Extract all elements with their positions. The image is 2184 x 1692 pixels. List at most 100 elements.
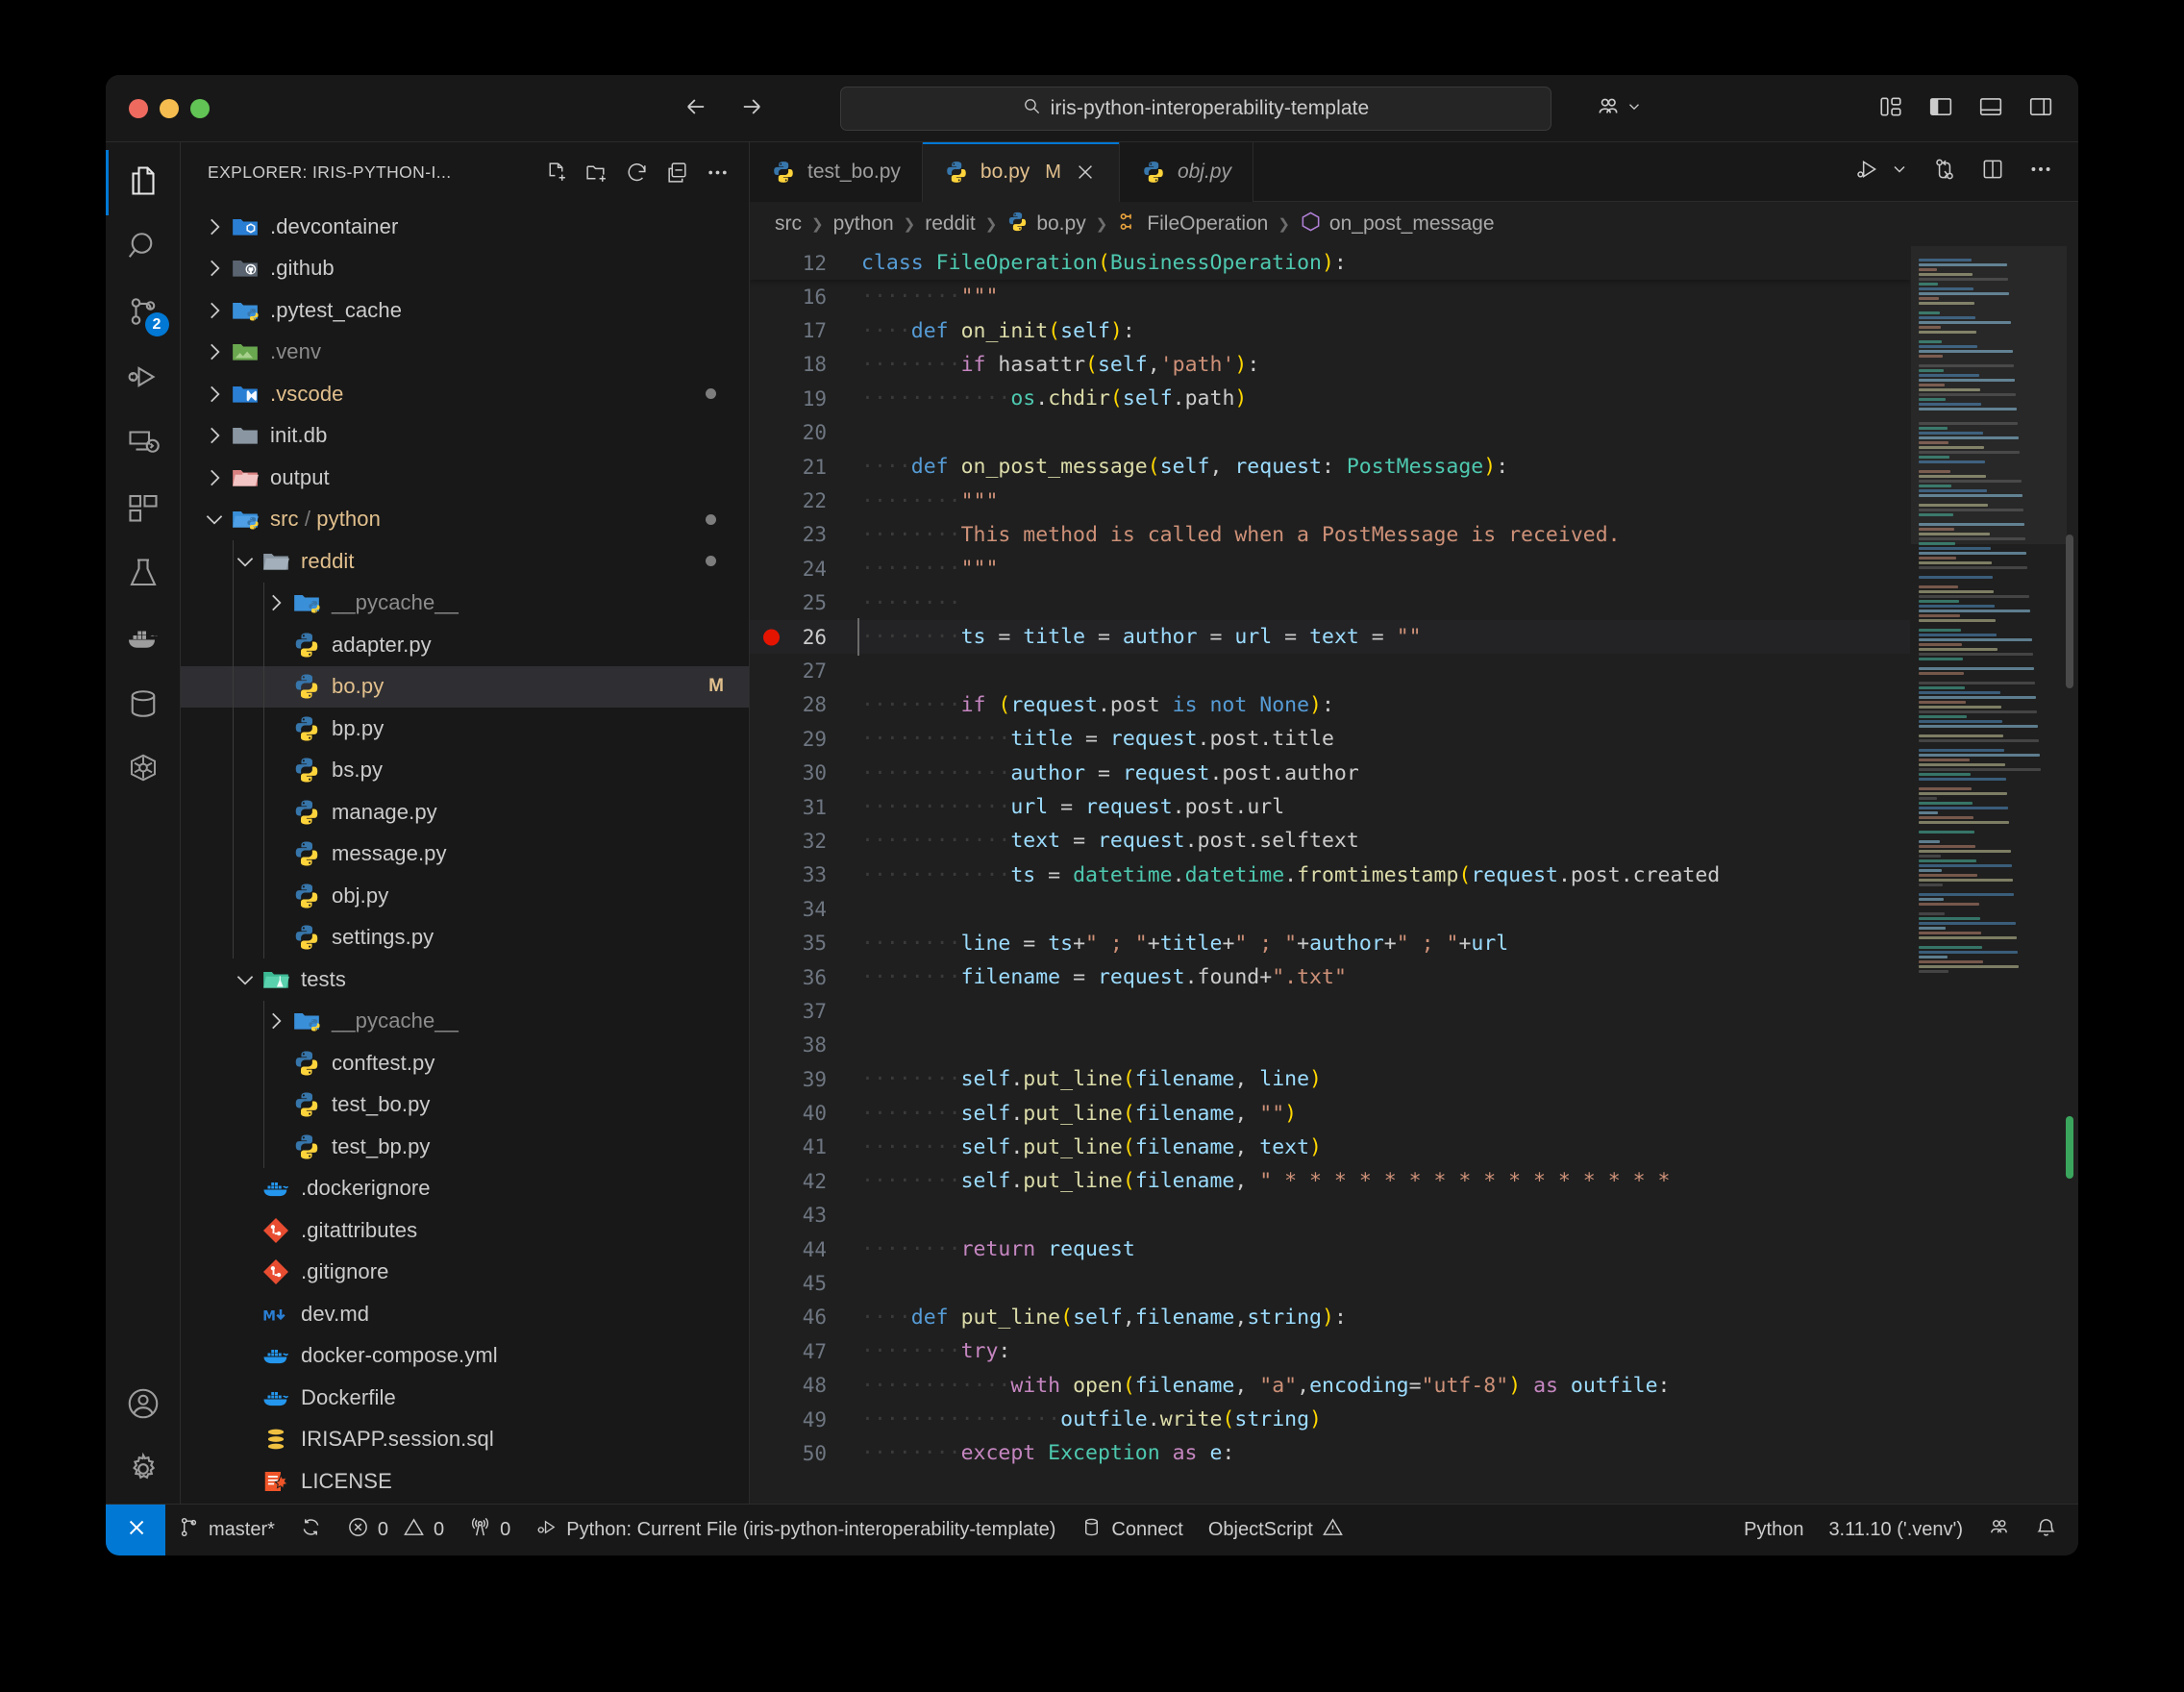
chevron-right-icon[interactable]: [202, 298, 227, 323]
line-number-35[interactable]: 35: [750, 932, 857, 955]
breadcrumb[interactable]: src ❯ python ❯ reddit ❯ bo.py ❯ FileOperation ❯ on…: [750, 202, 2078, 246]
code-line-26[interactable]: 26 ········ts = title = author = url = te…: [750, 618, 1910, 657]
line-number-17[interactable]: 17: [750, 319, 857, 342]
tree-file-docker-compose.yml[interactable]: docker-compose.yml: [181, 1335, 749, 1378]
code-line-30[interactable]: 30 ············author = request.post.auth…: [750, 756, 1910, 789]
line-number-36[interactable]: 36: [750, 966, 857, 989]
status-branch[interactable]: master*: [165, 1505, 287, 1556]
tree-file-dev.md[interactable]: Mdev.md: [181, 1293, 749, 1335]
tree-folder-tests[interactable]: tests: [181, 958, 749, 1001]
account-button[interactable]: [106, 1373, 181, 1438]
code-line-42[interactable]: 42 ········self.put_line(filename, " * * …: [750, 1164, 1910, 1198]
code-line-23[interactable]: 23 ········This method is called when a P…: [750, 518, 1910, 552]
code-line-24[interactable]: 24 ········""": [750, 552, 1910, 585]
breadcrumb-item-src[interactable]: src: [775, 212, 802, 236]
sidebar-item-explorer[interactable]: [106, 150, 181, 215]
line-number-45[interactable]: 45: [750, 1272, 857, 1295]
line-number-28[interactable]: 28: [750, 693, 857, 716]
toggle-secondary-sidebar-icon[interactable]: [2028, 94, 2053, 124]
line-number-26[interactable]: 26: [750, 626, 857, 649]
chevron-down-icon[interactable]: [233, 967, 258, 992]
code-line-25[interactable]: 25 ········: [750, 586, 1910, 620]
line-number-48[interactable]: 48: [750, 1374, 857, 1397]
new-file-icon[interactable]: [539, 156, 572, 188]
breadcrumb-item-reddit[interactable]: reddit: [925, 212, 976, 236]
sidebar-item-docker[interactable]: [106, 608, 181, 673]
line-number-24[interactable]: 24: [750, 558, 857, 581]
line-number-37[interactable]: 37: [750, 1000, 857, 1023]
code-line-29[interactable]: 29 ············title = request.post.title: [750, 722, 1910, 756]
chevron-right-icon[interactable]: [202, 423, 227, 448]
command-center[interactable]: iris-python-interoperability-template: [840, 87, 1551, 131]
line-number-33[interactable]: 33: [750, 863, 857, 886]
breakpoint-marker[interactable]: [763, 629, 780, 646]
line-number-25[interactable]: 25: [750, 591, 857, 614]
tree-folder-src-python[interactable]: src / python: [181, 499, 749, 541]
tree-folder-__pycache__[interactable]: __pycache__: [181, 1001, 749, 1043]
sidebar-item-remote-explorer[interactable]: [106, 411, 181, 477]
split-editor-icon[interactable]: [1980, 157, 2005, 187]
chevron-right-icon[interactable]: [263, 590, 288, 615]
code-line-27[interactable]: 27: [750, 654, 1910, 687]
line-number-40[interactable]: 40: [750, 1102, 857, 1125]
status-run-config[interactable]: Python: Current File (iris-python-intero…: [523, 1505, 1068, 1556]
code-line-32[interactable]: 32 ············text = request.post.selfte…: [750, 824, 1910, 858]
line-number-23[interactable]: 23: [750, 523, 857, 546]
line-number-32[interactable]: 32: [750, 830, 857, 853]
chevron-right-icon[interactable]: [263, 1008, 288, 1033]
manage-settings-button[interactable]: [106, 1438, 181, 1504]
tree-file-Dockerfile[interactable]: Dockerfile: [181, 1377, 749, 1419]
line-number-19[interactable]: 19: [750, 387, 857, 411]
code-line-33[interactable]: 33 ············ts = datetime.datetime.fro…: [750, 858, 1910, 892]
line-number-41[interactable]: 41: [750, 1135, 857, 1158]
file-tree[interactable]: .devcontainer .github .pytest_cache .venv .v…: [181, 202, 749, 1504]
line-number-38[interactable]: 38: [750, 1033, 857, 1057]
code-line-21[interactable]: 21 ····def on_post_message(self, request:…: [750, 450, 1910, 484]
code-line-22[interactable]: 22 ········""": [750, 484, 1910, 517]
status-sync[interactable]: [287, 1505, 335, 1556]
sidebar-item-testing[interactable]: [106, 542, 181, 608]
tree-file-test_bo.py[interactable]: test_bo.py: [181, 1084, 749, 1127]
collapse-all-icon[interactable]: [660, 156, 693, 188]
remote-window-button[interactable]: [106, 1504, 165, 1555]
code-line-19[interactable]: 19 ············os.chdir(self.path): [750, 382, 1910, 415]
code-line-20[interactable]: 20: [750, 416, 1910, 450]
status-python-interpreter[interactable]: 3.11.10 ('.venv'): [1816, 1505, 1975, 1556]
sidebar-item-search[interactable]: [106, 215, 181, 281]
line-number-30[interactable]: 30: [750, 761, 857, 784]
sidebar-item-kubernetes[interactable]: [106, 738, 181, 804]
code-line-48[interactable]: 48 ············with open(filename, "a",en…: [750, 1369, 1910, 1403]
status-ports[interactable]: 0: [457, 1505, 523, 1556]
sticky-scroll-line[interactable]: 12 class FileOperation(BusinessOperation…: [750, 246, 1910, 280]
tree-file-bp.py[interactable]: bp.py: [181, 708, 749, 750]
status-objectscript[interactable]: ObjectScript: [1196, 1505, 1356, 1556]
line-number-43[interactable]: 43: [750, 1204, 857, 1227]
chevron-right-icon[interactable]: [202, 382, 227, 407]
tree-file-.gitattributes[interactable]: .gitattributes: [181, 1209, 749, 1252]
tree-folder-init.db[interactable]: init.db: [181, 415, 749, 458]
tree-folder-.pytest_cache[interactable]: .pytest_cache: [181, 289, 749, 332]
sidebar-item-source-control[interactable]: 2: [106, 281, 181, 346]
code-line-36[interactable]: 36 ········filename = request.found+".txt…: [750, 960, 1910, 994]
line-number-27[interactable]: 27: [750, 659, 857, 683]
sidebar-item-run-and-debug[interactable]: [106, 346, 181, 411]
status-connect[interactable]: Connect: [1068, 1505, 1196, 1556]
customize-layout-icon[interactable]: [1878, 94, 1903, 124]
chevron-down-icon[interactable]: [1890, 160, 1909, 184]
code-line-31[interactable]: 31 ············url = request.post.url: [750, 790, 1910, 824]
toggle-panel-icon[interactable]: [1978, 94, 2003, 124]
code-line-34[interactable]: 34: [750, 892, 1910, 926]
tree-file-message.py[interactable]: message.py: [181, 834, 749, 876]
code-line-49[interactable]: 49 ················outfile.write(string): [750, 1403, 1910, 1436]
code-line-45[interactable]: 45: [750, 1266, 1910, 1300]
new-folder-icon[interactable]: [580, 156, 612, 188]
tree-file-obj.py[interactable]: obj.py: [181, 875, 749, 917]
line-number-16[interactable]: 16: [750, 286, 857, 309]
source-control-compare-icon[interactable]: [1932, 157, 1957, 187]
code-line-46[interactable]: 46 ····def put_line(self,filename,string)…: [750, 1301, 1910, 1334]
minimap[interactable]: [1910, 246, 2078, 1504]
status-problems[interactable]: 0 0: [335, 1505, 457, 1556]
tree-folder-__pycache__[interactable]: __pycache__: [181, 583, 749, 625]
tree-file-bo.py[interactable]: bo.py M: [181, 665, 749, 708]
code-line-47[interactable]: 47 ········try:: [750, 1334, 1910, 1368]
